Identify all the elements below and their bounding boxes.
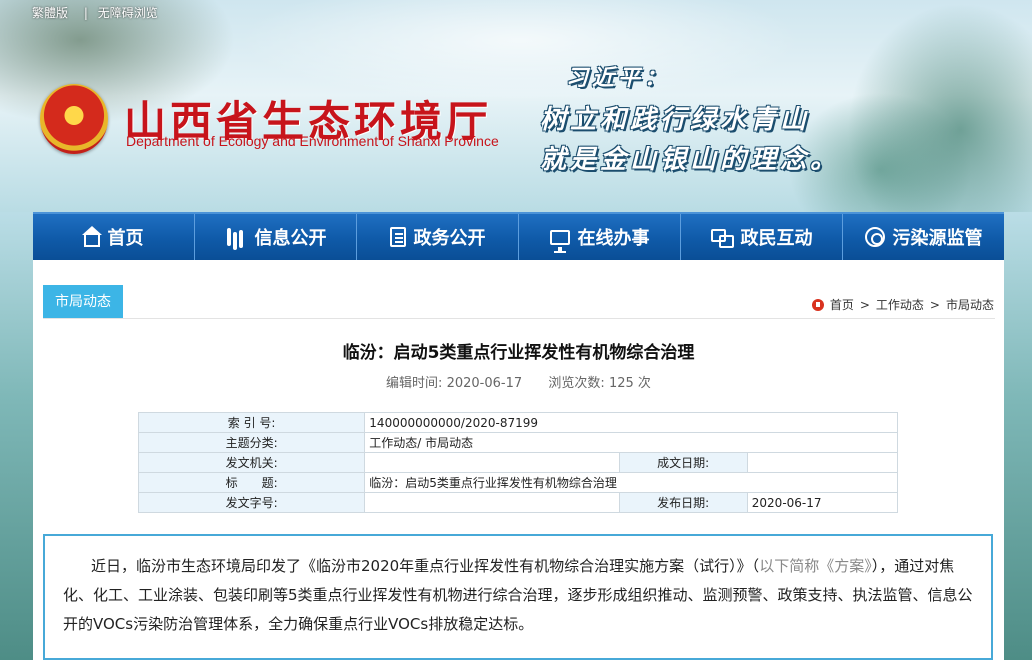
traditional-chinese-link[interactable]: 繁體版 [32,6,68,20]
top-links: 繁體版 | 无障碍浏览 [32,4,164,21]
header-banner: 繁體版 | 无障碍浏览 山西省生态环境厅 Department of Ecolo… [0,0,1032,212]
issuer-value [364,452,620,473]
quote-author: 习近平： [566,65,671,91]
table-row: 发文机关: 成文日期: [137,452,899,473]
nav-item-public-interaction[interactable]: 政民互动 [681,214,843,260]
breadcrumb-work-news[interactable]: 工作动态 [876,296,924,313]
edit-time-label: 编辑时间: [386,376,443,391]
table-row: 标 题: 临汾：启动5类重点行业挥发性有机物综合治理 [137,472,898,493]
published-date-label: 发布日期: [618,492,748,513]
article-meta: 编辑时间: 2020-06-17 浏览次数: 125 次 [33,372,1004,391]
category-value: 工作动态/ 市局动态 [364,432,898,453]
edit-time: 2020-06-17 [446,376,523,391]
breadcrumb-city-news[interactable]: 市局动态 [946,296,994,313]
quote-line-2: 就是金山银山的理念。 [540,145,841,175]
created-date-value [746,452,899,473]
doc-number-label: 发文字号: [137,492,366,513]
nav-item-label: 政务公开 [413,228,486,249]
nav-item-home[interactable]: 首页 [33,214,195,260]
quote-line-1: 树立和践行绿水青山 [540,105,811,135]
home-location-icon [811,298,824,311]
doc-number-value [364,492,620,513]
top-separator: | [83,6,88,20]
monitor-icon [549,229,570,253]
index-label: 索 引 号: [137,412,366,433]
nav-item-government-affairs[interactable]: 政务公开 [357,214,519,260]
site-subtitle: Department of Ecology and Environment of… [126,133,499,149]
breadcrumb-home[interactable]: 首页 [830,296,854,313]
table-row: 主题分类: 工作动态/ 市局动态 [137,432,898,453]
category-label: 主题分类: [137,432,366,453]
info-bars-icon [225,226,247,248]
title-value: 临汾：启动5类重点行业挥发性有机物综合治理 [364,472,898,493]
published-date-value: 2020-06-17 [746,492,899,513]
created-date-label: 成文日期: [618,452,748,473]
views-unit: 次 [637,376,651,391]
document-info-table: 索 引 号: 140000000000/2020-87199 主题分类: 工作动… [137,412,899,513]
views-label: 浏览次数: [548,376,605,391]
breadcrumb: 首页 > 工作动态 > 市局动态 [811,296,994,313]
nav-item-label: 污染源监管 [892,228,983,249]
table-row: 发文字号: 发布日期: 2020-06-17 [137,492,899,513]
body-text-abbrev: 以下简称《方案》 [759,557,872,575]
document-icon [389,227,406,247]
accessible-browse-link[interactable]: 无障碍浏览 [98,6,158,20]
nav-item-label: 在线办事 [577,228,650,249]
article-body: 近日，临汾市生态环境局印发了《临汾市2020年重点行业挥发性有机物综合治理实施方… [43,534,993,660]
banner-quote: 习近平： 树立和践行绿水青山 就是金山银山的理念。 [540,60,920,180]
monitoring-icon [864,227,885,247]
index-value: 140000000000/2020-87199 [364,412,898,433]
nav-item-label: 政民互动 [740,228,813,249]
breadcrumb-separator: > [859,297,870,312]
nav-item-pollution-monitoring[interactable]: 污染源监管 [843,214,1004,260]
title-label: 标 题: [137,472,366,493]
column-divider [43,318,995,319]
national-emblem-icon [40,84,108,154]
interaction-icon [710,226,734,248]
home-icon [81,226,102,247]
views-count: 125 [608,376,634,391]
nav-item-online-services[interactable]: 在线办事 [519,214,681,260]
content-panel: 市局动态 首页 > 工作动态 > 市局动态 临汾：启动5类重点行业挥发性有机物综… [33,260,1004,660]
table-row: 索 引 号: 140000000000/2020-87199 [137,412,898,433]
issuer-label: 发文机关: [137,452,366,473]
nav-item-label: 信息公开 [254,228,327,249]
breadcrumb-separator: > [929,297,940,312]
body-text-part1: 近日，临汾市生态环境局印发了《临汾市2020年重点行业挥发性有机物综合治理实施方… [91,557,760,575]
main-nav: 首页 信息公开 政务公开 在线办事 政民互动 污染源监管 [33,212,1004,260]
column-tag[interactable]: 市局动态 [43,285,123,319]
nav-item-label: 首页 [107,228,144,249]
nav-item-info-disclosure[interactable]: 信息公开 [195,214,357,260]
article-title: 临汾：启动5类重点行业挥发性有机物综合治理 [342,343,695,363]
